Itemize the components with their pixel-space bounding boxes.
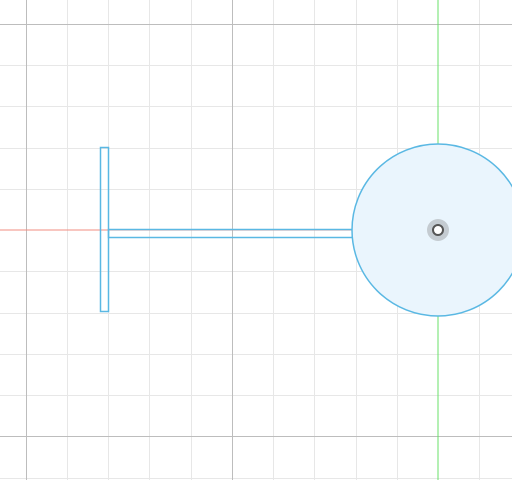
origin-point-icon[interactable]	[427, 219, 449, 241]
sketch-body[interactable]	[99, 143, 512, 317]
sketch-canvas-svg[interactable]	[0, 0, 512, 480]
sketch-canvas[interactable]	[0, 0, 512, 480]
